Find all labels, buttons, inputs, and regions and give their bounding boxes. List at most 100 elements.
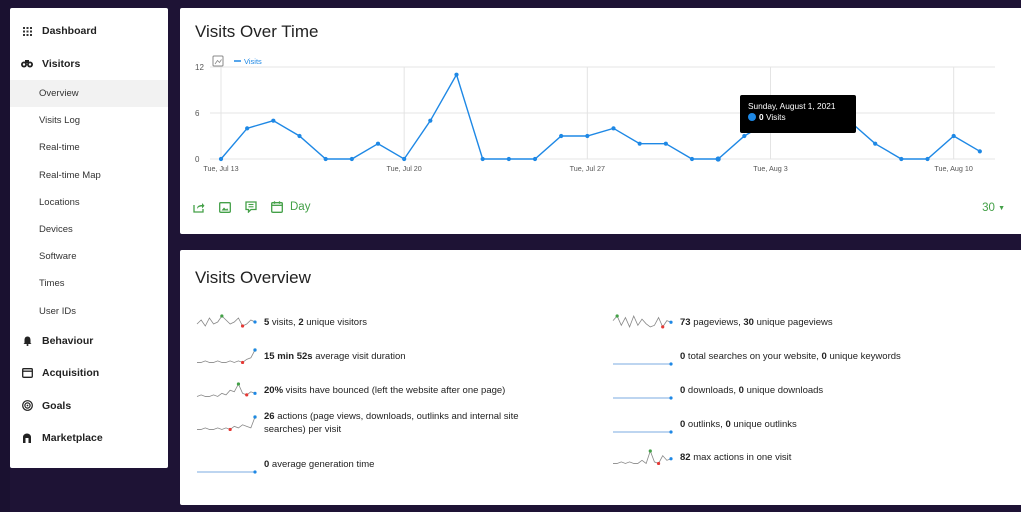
data-point: [611, 126, 616, 131]
sidebar-category-label: Goals: [42, 399, 72, 412]
visits-line-chart[interactable]: 0 6 12 Tue, Jul 13 Tue, Jul 20 Tue, Jul 27 Tue…: [180, 8, 1021, 188]
sparkline-max-dot: [220, 314, 224, 318]
sidebar-category-label: Behaviour: [42, 334, 94, 347]
sidebar-category-acquisition[interactable]: Acquisition: [10, 357, 168, 390]
metric-label: unique keywords: [826, 350, 901, 362]
sparkline-last-dot: [253, 414, 257, 419]
overview-row: 0 downloads, 0 unique downloads: [612, 381, 823, 401]
overview-row: 0 average generation time: [196, 455, 374, 475]
limit-selector[interactable]: 30 ▼: [982, 202, 1005, 214]
sparkline[interactable]: [612, 347, 674, 367]
image-icon[interactable]: [218, 200, 232, 214]
overview-row: 5 visits, 2 unique visitors: [196, 313, 367, 333]
data-point: [323, 156, 328, 162]
data-point: [742, 133, 747, 139]
data-point: [899, 156, 904, 162]
data-point: [349, 156, 354, 162]
metric-label: downloads,: [685, 384, 739, 396]
data-point: [585, 133, 590, 139]
sidebar-item-overview[interactable]: Overview: [10, 80, 168, 108]
sparkline[interactable]: [612, 313, 674, 333]
data-point: [637, 141, 642, 146]
metric-value: 20%: [264, 384, 284, 396]
calendar-icon[interactable]: [270, 200, 284, 214]
metric-value: 82: [680, 451, 691, 463]
target-icon: [21, 400, 33, 412]
sparkline-path: [612, 314, 672, 328]
overview-metric-text: 15 min 52s average visit duration: [264, 351, 406, 364]
sparkline-last-dot: [669, 362, 673, 366]
sparkline[interactable]: [196, 414, 258, 434]
tooltip-date: Sunday, August 1, 2021: [748, 101, 836, 111]
period-selector[interactable]: Day: [290, 201, 310, 213]
metric-label: unique downloads: [743, 384, 824, 396]
overview-row: 73 pageviews, 30 unique pageviews: [612, 313, 833, 333]
sidebar-item-locations[interactable]: Locations: [10, 189, 168, 216]
data-point: [454, 72, 459, 77]
sparkline[interactable]: [612, 415, 674, 435]
sidebar-category-visitors[interactable]: Visitors: [10, 48, 168, 81]
sparkline[interactable]: [196, 455, 258, 475]
overview-metric-text: 82 max actions in one visit: [680, 452, 791, 465]
sidebar-category-label: Marketplace: [42, 432, 103, 445]
window-icon: [21, 367, 33, 379]
x-tick-label: Tue, Jul 13: [203, 164, 238, 173]
sidebar-item-devices[interactable]: Devices: [10, 216, 168, 243]
sidebar-category-marketplace[interactable]: Marketplace: [10, 422, 168, 455]
metric-value: 73: [680, 316, 691, 328]
data-point: [375, 141, 381, 146]
sparkline-last-dot: [253, 348, 257, 352]
metric-label: outlinks,: [685, 418, 726, 430]
binoculars-icon: [21, 58, 33, 70]
overview-row: 15 min 52s average visit duration: [196, 347, 406, 367]
chart-tooltip: Sunday, August 1, 2021 0 Visits: [740, 95, 856, 133]
sidebar-category-behaviour[interactable]: Behaviour: [10, 325, 168, 358]
sparkline[interactable]: [196, 347, 258, 367]
visits-overview-card: Visits Overview 5 visits, 2 unique visit…: [180, 250, 1021, 505]
export-icon[interactable]: [192, 200, 206, 214]
overview-metric-text: 5 visits, 2 unique visitors: [264, 317, 367, 330]
x-tick-label: Tue, Jul 27: [570, 164, 605, 173]
data-point: [559, 133, 564, 139]
sparkline[interactable]: [196, 313, 258, 333]
sparkline-last-dot: [669, 396, 673, 400]
caret-down-icon: ▼: [998, 205, 1005, 212]
data-point: [715, 156, 721, 162]
data-point: [663, 141, 668, 146]
sparkline-path: [613, 449, 672, 465]
sparkline-max-dot: [236, 382, 241, 386]
sparkline[interactable]: [612, 381, 674, 401]
data-point: [271, 118, 276, 123]
sparkline-min-dot: [245, 393, 249, 397]
annotation-icon[interactable]: [244, 200, 258, 214]
x-tick-label: Tue, Jul 20: [387, 164, 422, 173]
chart-toolbar: Day: [192, 200, 310, 214]
sidebar-item-software[interactable]: Software: [10, 243, 168, 270]
sidebar-category-dashboard[interactable]: Dashboard: [10, 15, 168, 48]
sparkline-last-dot: [253, 391, 257, 395]
tooltip-value: 0 Visits: [748, 112, 848, 123]
sidebar-item-real-time-map[interactable]: Real-time Map: [10, 162, 168, 189]
sidebar-item-real-time[interactable]: Real-time: [10, 134, 168, 161]
sidebar-item-times[interactable]: Times: [10, 270, 168, 297]
data-point: [297, 133, 302, 139]
left-edge-strip: [0, 0, 10, 512]
sparkline-path: [197, 349, 256, 363]
sidebar-item-user-ids[interactable]: User IDs: [10, 298, 168, 325]
overview-row: 26 actions (page views, downloads, outli…: [196, 411, 519, 436]
sidebar-category-goals[interactable]: Goals: [10, 390, 168, 423]
metric-label: max actions in one visit: [690, 451, 792, 463]
overview-metric-text: 26 actions (page views, downloads, outli…: [264, 411, 519, 436]
x-tick-label: Tue, Aug 3: [753, 164, 788, 173]
sparkline-max-dot: [615, 314, 619, 318]
sparkline-min-dot: [661, 325, 665, 329]
legend-image-icon-glyph: [214, 59, 222, 65]
sparkline-last-dot: [253, 320, 257, 324]
sparkline[interactable]: [196, 381, 258, 401]
overview-metric-text: 0 average generation time: [264, 459, 374, 472]
overview-metric-text: 73 pageviews, 30 unique pageviews: [680, 317, 833, 330]
sidebar-item-visits-log[interactable]: Visits Log: [10, 107, 168, 134]
y-tick-label: 6: [195, 109, 200, 118]
metric-label: pageviews,: [690, 316, 744, 328]
sparkline[interactable]: [612, 448, 674, 468]
